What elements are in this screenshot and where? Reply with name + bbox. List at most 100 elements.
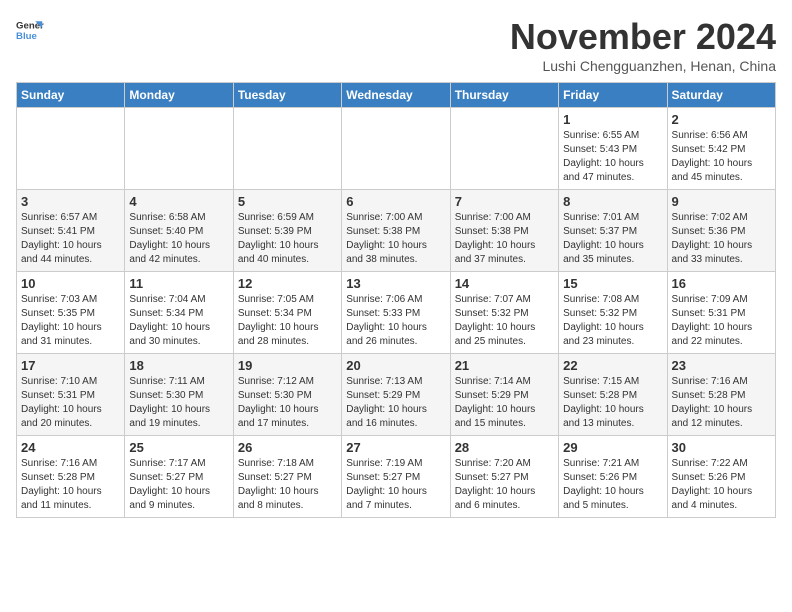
header-thursday: Thursday (450, 83, 558, 108)
week-row-5: 24 Sunrise: 7:16 AM Sunset: 5:28 PM Dayli… (17, 436, 776, 518)
location: Lushi Chengguanzhen, Henan, China (510, 58, 776, 74)
day-cell: 11 Sunrise: 7:04 AM Sunset: 5:34 PM Dayli… (125, 272, 233, 354)
day-info: Sunrise: 7:21 AM Sunset: 5:26 PM Dayligh… (563, 457, 662, 513)
day-cell: 7Sunrise: 7:00 AM Sunset: 5:38 PM Daylig… (450, 190, 558, 272)
day-number: 19 (238, 358, 337, 373)
day-cell: 9 Sunrise: 7:02 AM Sunset: 5:36 PM Daylig… (667, 190, 775, 272)
day-info: Sunrise: 7:03 AM Sunset: 5:35 PM Dayligh… (21, 293, 120, 349)
day-info: Sunrise: 7:13 AM Sunset: 5:29 PM Dayligh… (346, 375, 445, 431)
calendar-header: SundayMondayTuesdayWednesdayThursdayFrid… (17, 83, 776, 108)
day-info: Sunrise: 7:16 AM Sunset: 5:28 PM Dayligh… (21, 457, 120, 513)
day-info: Sunrise: 7:01 AM Sunset: 5:37 PM Dayligh… (563, 211, 662, 267)
day-cell (233, 108, 341, 190)
day-cell: 22 Sunrise: 7:15 AM Sunset: 5:28 PM Dayli… (559, 354, 667, 436)
day-info: Sunrise: 7:05 AM Sunset: 5:34 PM Dayligh… (238, 293, 337, 349)
day-cell: 23 Sunrise: 7:16 AM Sunset: 5:28 PM Dayli… (667, 354, 775, 436)
day-info: Sunrise: 7:06 AM Sunset: 5:33 PM Dayligh… (346, 293, 445, 349)
day-number: 6 (346, 194, 445, 209)
day-info: Sunrise: 7:17 AM Sunset: 5:27 PM Dayligh… (129, 457, 228, 513)
day-number: 4 (129, 194, 228, 209)
week-row-1: 1 Sunrise: 6:55 AM Sunset: 5:43 PM Daylig… (17, 108, 776, 190)
header-sunday: Sunday (17, 83, 125, 108)
day-number: 9 (672, 194, 771, 209)
day-cell: 5Sunrise: 6:59 AM Sunset: 5:39 PM Daylig… (233, 190, 341, 272)
day-number: 1 (563, 112, 662, 127)
day-cell (17, 108, 125, 190)
day-number: 23 (672, 358, 771, 373)
day-number: 21 (455, 358, 554, 373)
header-friday: Friday (559, 83, 667, 108)
day-number: 27 (346, 440, 445, 455)
day-number: 2 (672, 112, 771, 127)
day-number: 26 (238, 440, 337, 455)
day-number: 7 (455, 194, 554, 209)
day-info: Sunrise: 7:12 AM Sunset: 5:30 PM Dayligh… (238, 375, 337, 431)
day-number: 11 (129, 276, 228, 291)
day-number: 12 (238, 276, 337, 291)
day-cell: 13 Sunrise: 7:06 AM Sunset: 5:33 PM Dayli… (342, 272, 450, 354)
day-cell: 10 Sunrise: 7:03 AM Sunset: 5:35 PM Dayli… (17, 272, 125, 354)
day-number: 20 (346, 358, 445, 373)
day-info: Sunrise: 7:07 AM Sunset: 5:32 PM Dayligh… (455, 293, 554, 349)
day-cell (342, 108, 450, 190)
day-info: Sunrise: 7:15 AM Sunset: 5:28 PM Dayligh… (563, 375, 662, 431)
day-number: 30 (672, 440, 771, 455)
day-cell: 16Sunrise: 7:09 AM Sunset: 5:31 PM Dayli… (667, 272, 775, 354)
day-cell: 2Sunrise: 6:56 AM Sunset: 5:42 PM Daylig… (667, 108, 775, 190)
day-cell: 28Sunrise: 7:20 AM Sunset: 5:27 PM Dayli… (450, 436, 558, 518)
day-cell: 4 Sunrise: 6:58 AM Sunset: 5:40 PM Daylig… (125, 190, 233, 272)
day-info: Sunrise: 7:00 AM Sunset: 5:38 PM Dayligh… (346, 211, 445, 267)
day-info: Sunrise: 7:19 AM Sunset: 5:27 PM Dayligh… (346, 457, 445, 513)
day-cell: 14Sunrise: 7:07 AM Sunset: 5:32 PM Dayli… (450, 272, 558, 354)
day-cell: 24 Sunrise: 7:16 AM Sunset: 5:28 PM Dayli… (17, 436, 125, 518)
day-info: Sunrise: 7:22 AM Sunset: 5:26 PM Dayligh… (672, 457, 771, 513)
day-number: 18 (129, 358, 228, 373)
day-number: 25 (129, 440, 228, 455)
month-title: November 2024 (510, 16, 776, 58)
day-number: 10 (21, 276, 120, 291)
day-info: Sunrise: 7:02 AM Sunset: 5:36 PM Dayligh… (672, 211, 771, 267)
day-cell: 19 Sunrise: 7:12 AM Sunset: 5:30 PM Dayli… (233, 354, 341, 436)
day-cell: 8 Sunrise: 7:01 AM Sunset: 5:37 PM Daylig… (559, 190, 667, 272)
day-number: 8 (563, 194, 662, 209)
day-info: Sunrise: 6:58 AM Sunset: 5:40 PM Dayligh… (129, 211, 228, 267)
day-cell: 26Sunrise: 7:18 AM Sunset: 5:27 PM Dayli… (233, 436, 341, 518)
day-cell: 27 Sunrise: 7:19 AM Sunset: 5:27 PM Dayli… (342, 436, 450, 518)
day-number: 28 (455, 440, 554, 455)
week-row-2: 3 Sunrise: 6:57 AM Sunset: 5:41 PM Daylig… (17, 190, 776, 272)
day-info: Sunrise: 6:55 AM Sunset: 5:43 PM Dayligh… (563, 129, 662, 185)
header-tuesday: Tuesday (233, 83, 341, 108)
logo: General Blue (16, 16, 46, 44)
svg-text:Blue: Blue (16, 31, 37, 42)
page-header: General Blue November 2024 Lushi Chenggu… (16, 16, 776, 74)
day-cell: 6 Sunrise: 7:00 AM Sunset: 5:38 PM Daylig… (342, 190, 450, 272)
day-info: Sunrise: 7:16 AM Sunset: 5:28 PM Dayligh… (672, 375, 771, 431)
day-info: Sunrise: 6:57 AM Sunset: 5:41 PM Dayligh… (21, 211, 120, 267)
header-monday: Monday (125, 83, 233, 108)
header-saturday: Saturday (667, 83, 775, 108)
day-info: Sunrise: 7:04 AM Sunset: 5:34 PM Dayligh… (129, 293, 228, 349)
day-cell (450, 108, 558, 190)
day-number: 3 (21, 194, 120, 209)
day-number: 22 (563, 358, 662, 373)
week-row-3: 10 Sunrise: 7:03 AM Sunset: 5:35 PM Dayli… (17, 272, 776, 354)
day-number: 24 (21, 440, 120, 455)
logo-icon: General Blue (16, 16, 44, 44)
day-number: 5 (238, 194, 337, 209)
day-cell: 17 Sunrise: 7:10 AM Sunset: 5:31 PM Dayli… (17, 354, 125, 436)
day-number: 17 (21, 358, 120, 373)
day-cell: 12 Sunrise: 7:05 AM Sunset: 5:34 PM Dayli… (233, 272, 341, 354)
day-cell (125, 108, 233, 190)
day-number: 13 (346, 276, 445, 291)
header-row: SundayMondayTuesdayWednesdayThursdayFrid… (17, 83, 776, 108)
day-cell: 20 Sunrise: 7:13 AM Sunset: 5:29 PM Dayli… (342, 354, 450, 436)
day-info: Sunrise: 7:10 AM Sunset: 5:31 PM Dayligh… (21, 375, 120, 431)
day-cell: 29Sunrise: 7:21 AM Sunset: 5:26 PM Dayli… (559, 436, 667, 518)
day-cell: 30 Sunrise: 7:22 AM Sunset: 5:26 PM Dayli… (667, 436, 775, 518)
day-cell: 18Sunrise: 7:11 AM Sunset: 5:30 PM Dayli… (125, 354, 233, 436)
calendar-body: 1 Sunrise: 6:55 AM Sunset: 5:43 PM Daylig… (17, 108, 776, 518)
day-cell: 21Sunrise: 7:14 AM Sunset: 5:29 PM Dayli… (450, 354, 558, 436)
title-block: November 2024 Lushi Chengguanzhen, Henan… (510, 16, 776, 74)
day-info: Sunrise: 7:09 AM Sunset: 5:31 PM Dayligh… (672, 293, 771, 349)
day-cell: 25 Sunrise: 7:17 AM Sunset: 5:27 PM Dayli… (125, 436, 233, 518)
